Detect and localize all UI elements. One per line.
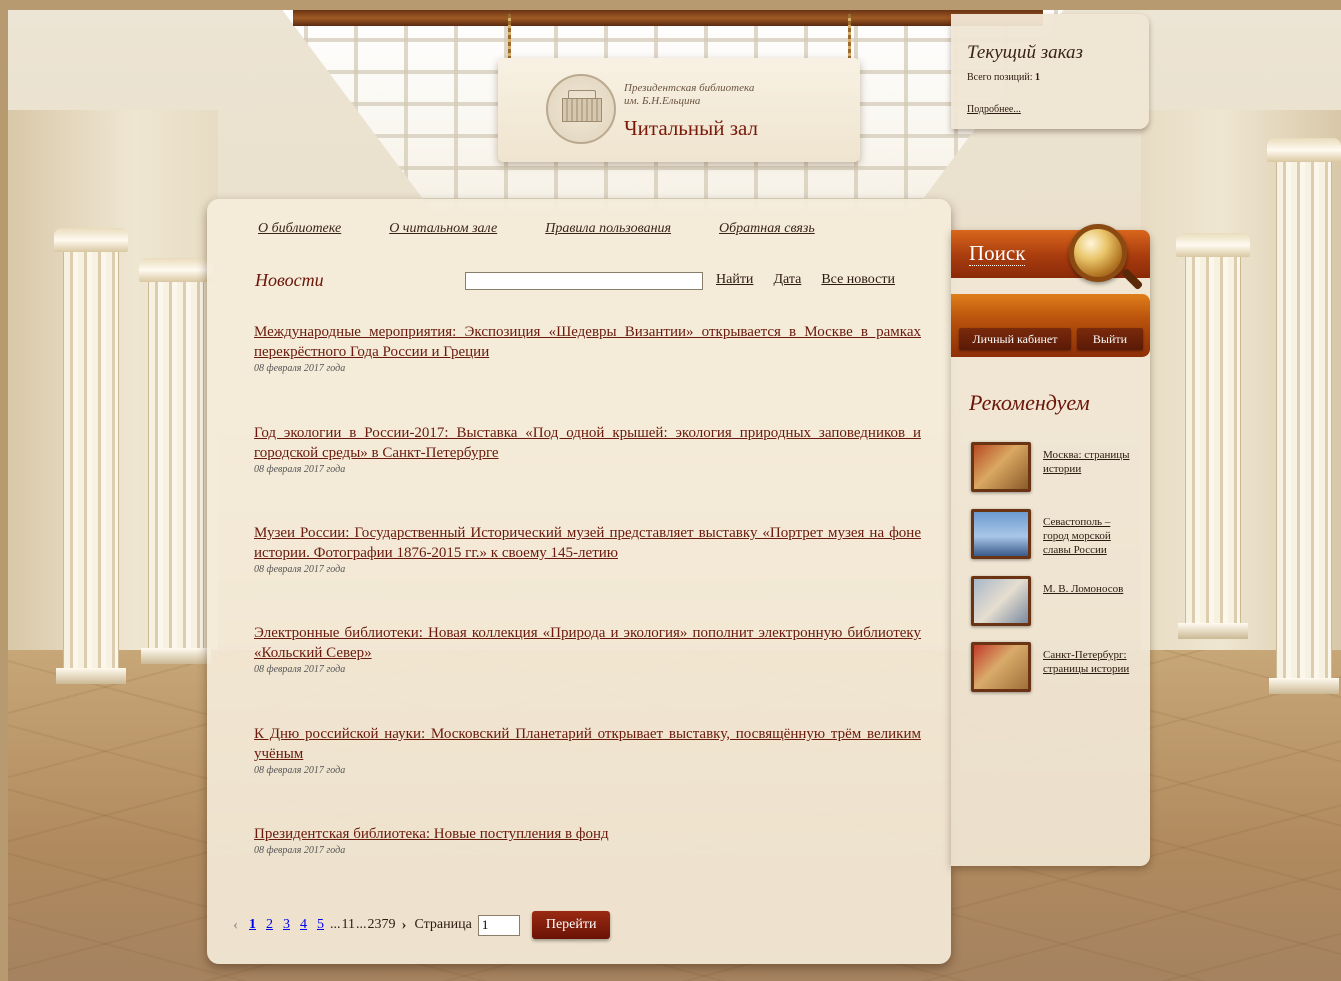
news-title-link[interactable]: Международные мероприятия: Экспозиция «Ш… — [254, 322, 921, 362]
page-link[interactable]: 2 — [266, 917, 273, 933]
go-to-page-button[interactable]: Перейти — [531, 911, 611, 939]
recommend-title: Рекомендуем — [969, 390, 1090, 415]
page-number-input[interactable] — [477, 914, 520, 936]
recommend-link[interactable]: М. В. Ломоносов — [1043, 582, 1139, 596]
news-title-link[interactable]: К Дню российской науки: Московский Плане… — [254, 724, 921, 764]
news-date: 08 февраля 2017 года — [254, 845, 346, 856]
library-name-line1: Президентская библиотека — [624, 82, 755, 94]
news-item: К Дню российской науки: Московский Плане… — [254, 724, 921, 776]
account-bar: Личный кабинет Выйти — [951, 294, 1150, 357]
order-details-link[interactable]: Подробнее... — [967, 104, 1021, 115]
pager-ellipsis: ... — [355, 917, 367, 932]
order-title: Текущий заказ — [967, 42, 1083, 63]
nav-about-library[interactable]: О библиотеке — [258, 221, 341, 237]
recommend-link[interactable]: Санкт-Петербург: страницы истории — [1043, 648, 1139, 676]
news-item: Музеи России: Государственный Историческ… — [254, 523, 921, 575]
logo-plaque[interactable]: Президентская библиотека им. Б.Н.Ельцина… — [498, 58, 860, 162]
page-label: Страница — [414, 917, 472, 932]
news-item: Электронные библиотеки: Новая коллекция … — [254, 623, 921, 675]
moscow-thumbnail[interactable] — [971, 442, 1031, 492]
news-find-link[interactable]: Найти — [716, 272, 753, 288]
order-count-value: 1 — [1035, 72, 1041, 83]
page-link[interactable]: 1 — [249, 917, 256, 933]
logout-button[interactable]: Выйти — [1077, 328, 1143, 350]
news-heading: Новости — [255, 270, 324, 290]
pager-ellipsis: ... — [330, 917, 341, 932]
news-date: 08 февраля 2017 года — [254, 765, 346, 776]
news-search-input[interactable] — [465, 272, 703, 290]
recommend-link[interactable]: Севастополь – город морской славы России — [1043, 515, 1139, 557]
news-title-link[interactable]: Год экологии в России-2017: Выставка «По… — [254, 423, 921, 463]
nav-rules[interactable]: Правила пользования — [545, 221, 671, 237]
column — [1267, 138, 1341, 694]
prev-page-icon[interactable]: ‹ — [233, 917, 238, 934]
library-emblem-icon — [546, 74, 616, 144]
pagination: ‹ 1 2 3 4 5 ... 11 ... 2379 › Страница П… — [233, 911, 611, 939]
order-count-label: Всего позиций: — [967, 72, 1033, 83]
nav-feedback[interactable]: Обратная связь — [719, 221, 815, 237]
top-nav: О библиотеке О читальном зале Правила по… — [258, 221, 815, 237]
column — [54, 228, 128, 684]
news-date: 08 февраля 2017 года — [254, 664, 346, 675]
news-title-link[interactable]: Президентская библиотека: Новые поступле… — [254, 824, 921, 844]
page-link[interactable]: 11 — [342, 917, 355, 933]
order-count: Всего позиций: 1 — [967, 72, 1040, 83]
news-item: Международные мероприятия: Экспозиция «Ш… — [254, 322, 921, 374]
saint-petersburg-thumbnail[interactable] — [971, 642, 1031, 692]
main-panel: О библиотеке О читальном зале Правила по… — [207, 199, 951, 964]
search-link[interactable]: Поиск — [969, 242, 1026, 266]
sevastopol-thumbnail[interactable] — [971, 509, 1031, 559]
library-name: Президентская библиотека им. Б.Н.Ельцина — [624, 82, 844, 108]
news-title-link[interactable]: Музеи России: Государственный Историческ… — [254, 523, 921, 563]
current-order-panel: Текущий заказ Всего позиций: 1 Подробнее… — [951, 14, 1149, 129]
news-date: 08 февраля 2017 года — [254, 564, 346, 575]
personal-account-button[interactable]: Личный кабинет — [959, 328, 1071, 350]
ceiling-beam — [293, 10, 1043, 26]
news-date: 08 февраля 2017 года — [254, 464, 346, 475]
library-name-line2: им. Б.Н.Ельцина — [624, 95, 701, 107]
next-page-icon[interactable]: › — [401, 917, 406, 934]
page-link[interactable]: 4 — [300, 917, 307, 933]
nav-about-reading-room[interactable]: О читальном зале — [389, 221, 497, 237]
news-date: 08 февраля 2017 года — [254, 363, 346, 374]
section-title: Читальный зал — [624, 116, 758, 140]
recommend-link[interactable]: Москва: страницы истории — [1043, 448, 1139, 476]
news-date-link[interactable]: Дата — [773, 272, 801, 288]
search-bar[interactable]: Поиск — [951, 224, 1150, 282]
last-page-link[interactable]: 2379 — [367, 917, 395, 933]
page-link[interactable]: 3 — [283, 917, 290, 933]
magnifier-icon — [1069, 224, 1127, 282]
news-item: Президентская библиотека: Новые поступле… — [254, 824, 921, 856]
news-item: Год экологии в России-2017: Выставка «По… — [254, 423, 921, 475]
news-title-link[interactable]: Электронные библиотеки: Новая коллекция … — [254, 623, 921, 663]
all-news-link[interactable]: Все новости — [821, 272, 895, 288]
sidebar: Поиск Личный кабинет Выйти Рекомендуем М… — [951, 224, 1150, 866]
page-link[interactable]: 5 — [317, 917, 324, 933]
column — [139, 258, 213, 664]
column — [1176, 233, 1250, 639]
lomonosov-thumbnail[interactable] — [971, 576, 1031, 626]
news-actions: Найти Дата Все новости — [716, 272, 895, 288]
